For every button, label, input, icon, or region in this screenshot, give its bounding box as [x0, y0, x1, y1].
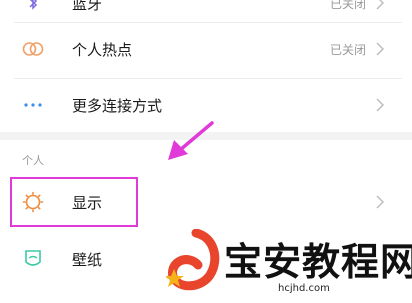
settings-row-label: 蓝牙	[72, 0, 103, 13]
settings-row-label: 个人热点	[72, 40, 133, 59]
watermark-url: hcjhd.com	[278, 283, 330, 294]
settings-row-bluetooth[interactable]: 蓝牙 已关闭	[0, 0, 412, 18]
chevron-right-icon	[376, 42, 385, 56]
watermark: 宝安教程网 hcjhd.com	[166, 225, 412, 299]
chevron-right-icon	[376, 0, 385, 10]
watermark-logo-icon	[166, 229, 220, 291]
watermark-text: 宝安教程网	[224, 239, 412, 284]
status-text: 已关闭	[329, 42, 366, 57]
status-text: 已关闭	[329, 0, 366, 11]
settings-row-hotspot[interactable]: 个人热点 已关闭	[0, 24, 412, 74]
hotspot-icon	[20, 36, 46, 62]
bluetooth-icon	[20, 0, 46, 16]
divider	[14, 78, 402, 79]
divider	[14, 22, 402, 23]
chevron-right-icon	[376, 195, 385, 209]
wallpaper-icon	[20, 246, 46, 272]
more-dots-icon	[20, 92, 46, 118]
settings-row-label: 壁纸	[72, 250, 103, 269]
arrow-icon	[168, 121, 214, 160]
section-label-personal: 个人	[22, 154, 44, 167]
settings-row-label: 更多连接方式	[72, 96, 163, 115]
highlight-annotation-box	[10, 177, 138, 227]
chevron-right-icon	[376, 98, 385, 112]
